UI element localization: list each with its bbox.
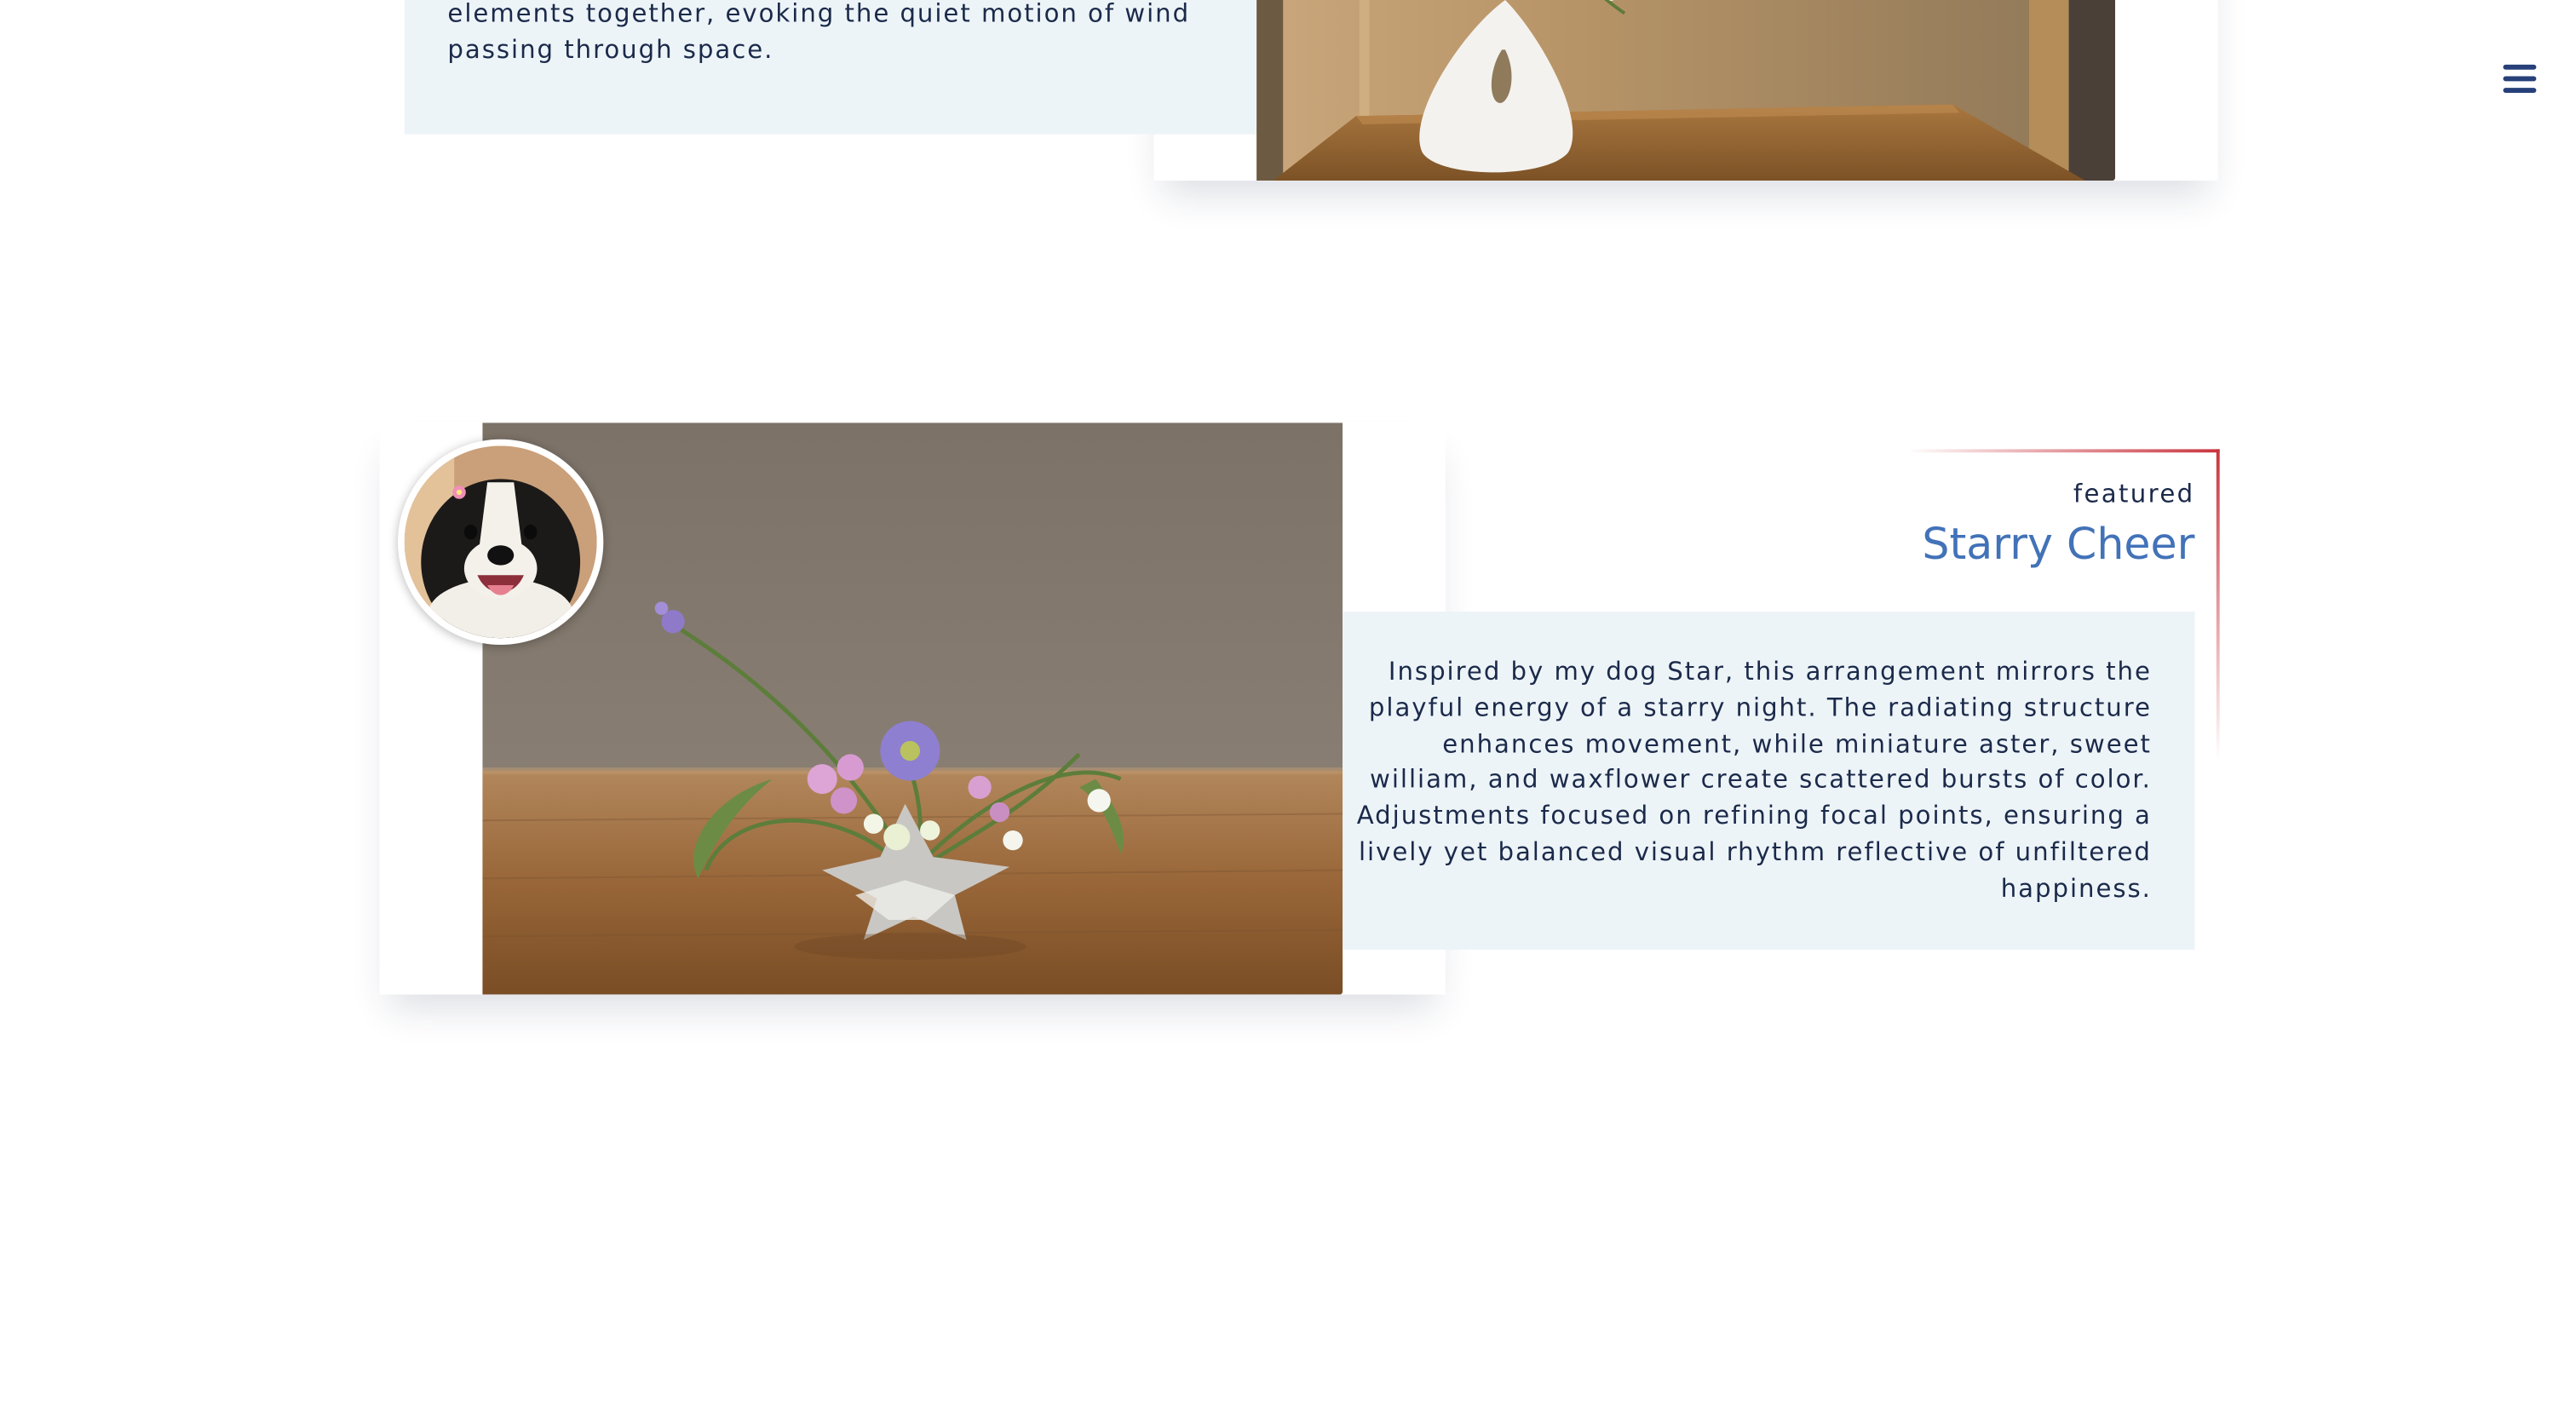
featured-tag: featured — [2073, 479, 2195, 509]
project-title[interactable]: Starry Cheer — [1922, 520, 2194, 570]
vase-arrangement-photo[interactable] — [1256, 0, 2116, 181]
dog-avatar — [398, 439, 604, 645]
flower-hairclip-icon — [452, 486, 466, 499]
hamburger-menu-icon[interactable] — [2497, 58, 2543, 98]
featured-accent-line — [2216, 449, 2220, 761]
project-description: was added post-critique, introducing dot… — [447, 0, 1191, 65]
project-description: Inspired by my dog Star, this arrangemen… — [1356, 656, 2152, 904]
star-vase-arrangement-photo[interactable] — [482, 422, 1343, 995]
featured-accent-line — [1906, 449, 2220, 453]
